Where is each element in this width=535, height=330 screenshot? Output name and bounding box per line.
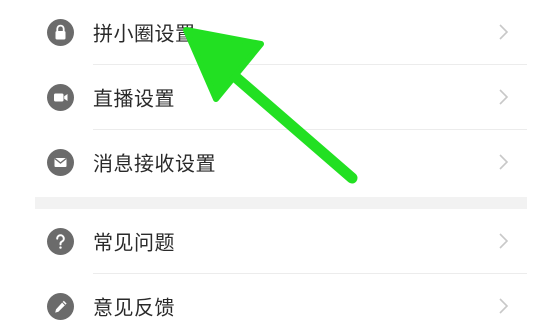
question-icon xyxy=(47,227,74,255)
settings-item-feedback[interactable]: 意见反馈 xyxy=(35,274,527,330)
settings-item-live[interactable]: 直播设置 xyxy=(35,65,527,129)
chevron-right-icon xyxy=(499,233,509,249)
settings-item-label: 消息接收设置 xyxy=(93,151,216,176)
lock-icon xyxy=(47,18,74,46)
chevron-right-icon xyxy=(499,89,509,105)
settings-item-message[interactable]: 消息接收设置 xyxy=(35,130,527,194)
settings-item-label: 常见问题 xyxy=(93,230,175,255)
settings-item-label: 意见反馈 xyxy=(93,295,175,320)
video-camera-icon xyxy=(47,83,74,111)
settings-item-label: 直播设置 xyxy=(93,86,175,111)
section-separator xyxy=(35,197,527,209)
settings-group-support: 常见问题 意见反馈 xyxy=(35,209,527,330)
chevron-right-icon xyxy=(499,24,509,40)
settings-item-pinxiaoquan[interactable]: 拼小圈设置 xyxy=(35,0,527,64)
chevron-right-icon xyxy=(499,154,509,170)
settings-group-primary: 拼小圈设置 直播设置 消息接收设置 xyxy=(35,0,527,197)
settings-item-label: 拼小圈设置 xyxy=(93,21,196,46)
settings-screen: 拼小圈设置 直播设置 消息接收设置 常见问题 意见反馈 xyxy=(0,0,535,330)
mail-icon xyxy=(47,148,74,176)
chevron-right-icon xyxy=(499,298,509,314)
pencil-icon xyxy=(47,292,74,320)
settings-item-faq[interactable]: 常见问题 xyxy=(35,209,527,273)
